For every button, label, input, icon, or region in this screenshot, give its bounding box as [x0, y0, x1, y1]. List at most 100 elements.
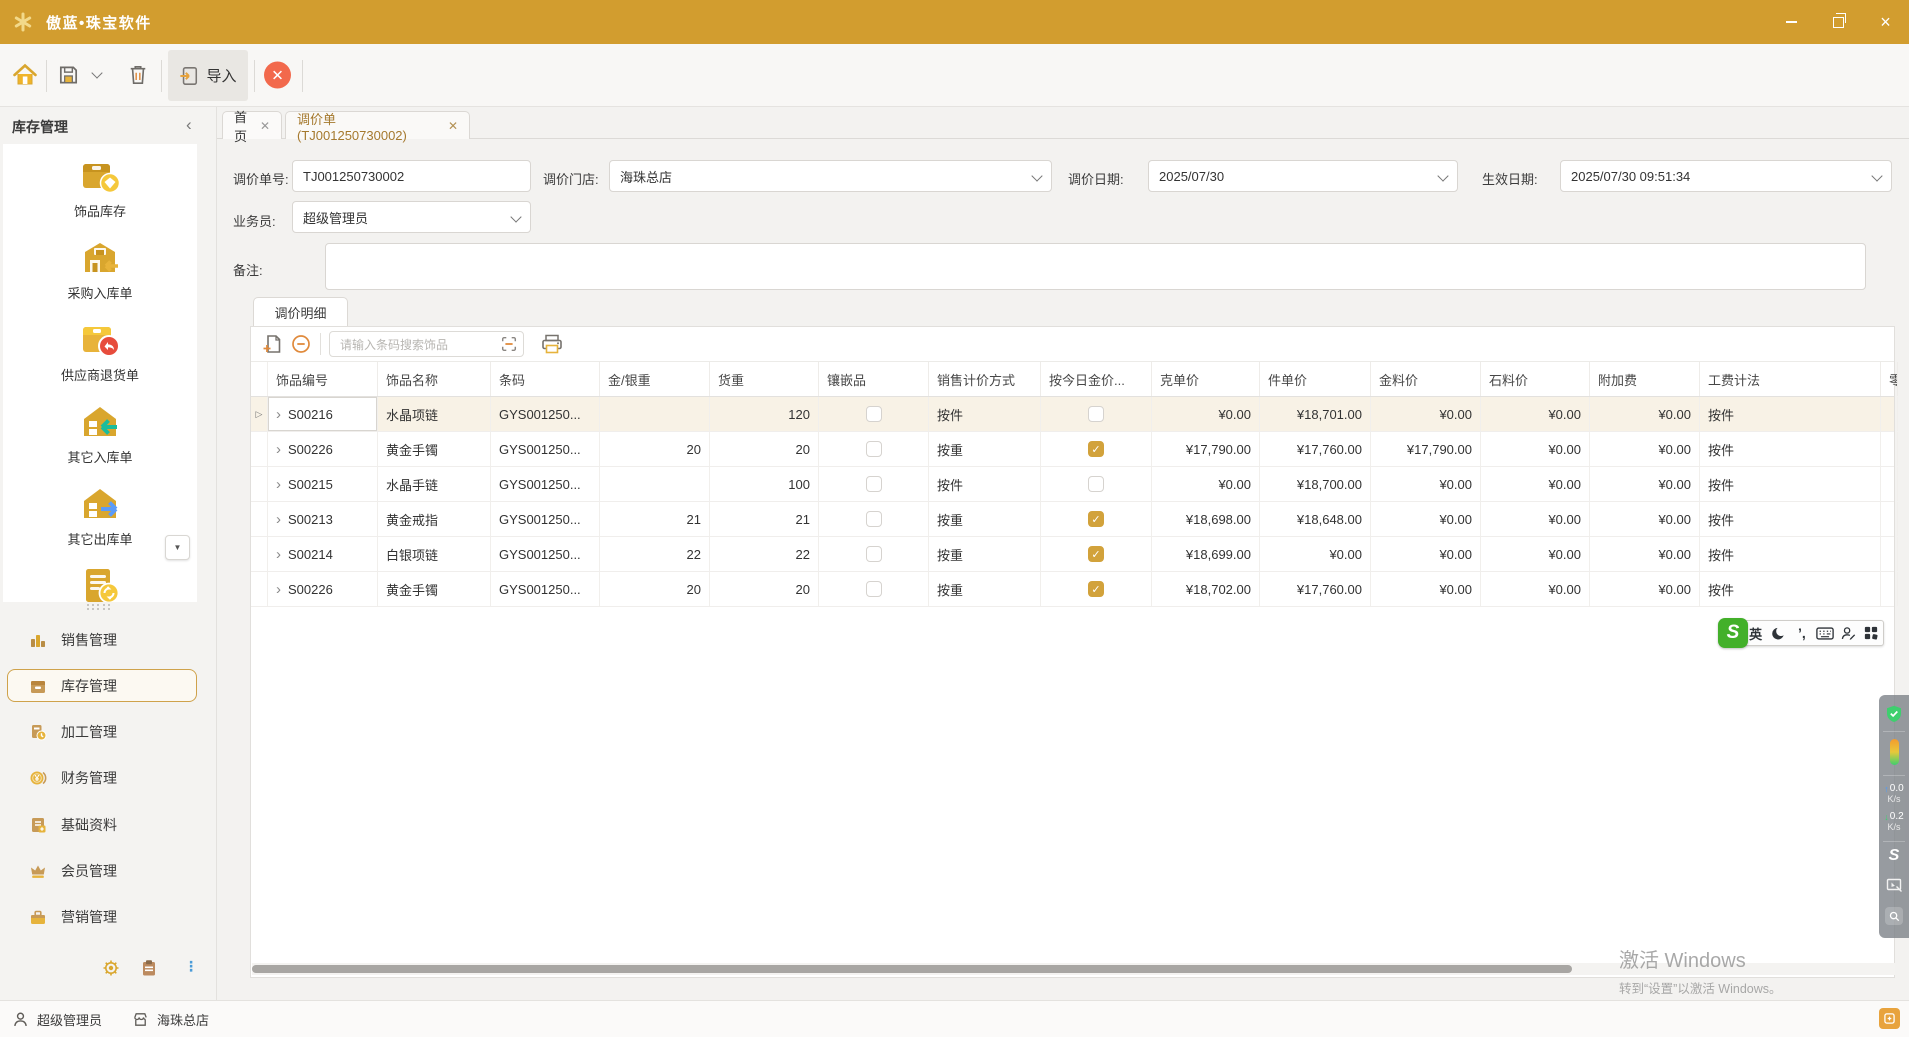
detail-tab[interactable]: 调价明细 [253, 297, 348, 326]
sidebar-drag-handle[interactable] [87, 604, 113, 611]
table-cell[interactable]: GYS001250... [491, 537, 600, 571]
sidebar-menu-7[interactable]: 营销管理 [7, 901, 197, 934]
table-cell[interactable]: 黄金戒指 [378, 502, 491, 536]
column-header[interactable]: 零 [1881, 362, 1898, 396]
table-cell[interactable] [1881, 537, 1898, 571]
punctuation-icon[interactable]: ’, [1790, 625, 1813, 641]
sidebar-item-4[interactable]: 其它入库单 [3, 400, 197, 466]
order-no-input[interactable] [292, 160, 531, 192]
cell-checkbox[interactable] [819, 502, 929, 536]
column-header[interactable]: 按今日金价... [1041, 362, 1152, 396]
table-cell[interactable]: ¥0.00 [1590, 537, 1700, 571]
cell-checkbox[interactable] [1041, 397, 1152, 431]
tab-home[interactable]: 首页 ✕ [222, 111, 282, 139]
expand-row-icon[interactable]: › [276, 511, 281, 528]
table-cell[interactable]: ¥18,702.00 [1152, 572, 1260, 606]
table-cell[interactable]: ¥0.00 [1590, 502, 1700, 536]
table-cell[interactable] [600, 467, 710, 501]
column-header[interactable]: 饰品编号 [268, 362, 378, 396]
table-cell[interactable]: ¥0.00 [1481, 467, 1590, 501]
table-cell[interactable]: ¥0.00 [1152, 467, 1260, 501]
table-cell[interactable]: ¥0.00 [1590, 467, 1700, 501]
table-cell[interactable]: 20 [710, 572, 819, 606]
performance-gauge-icon[interactable] [1879, 739, 1909, 765]
checkbox-unchecked-icon[interactable] [866, 546, 882, 562]
barcode-scan-icon[interactable] [500, 335, 518, 353]
cell-checkbox[interactable] [819, 572, 929, 606]
import-button[interactable]: 导入 [168, 50, 248, 101]
home-button[interactable] [12, 62, 38, 88]
table-cell[interactable]: 按件 [929, 397, 1041, 431]
table-cell[interactable] [1881, 467, 1898, 501]
table-cell[interactable]: 按重 [929, 502, 1041, 536]
more-options-icon[interactable]: ⋮ [182, 958, 200, 976]
checkbox-unchecked-icon[interactable] [866, 511, 882, 527]
table-row[interactable]: ›S00215水晶手链GYS001250...100按件¥0.00¥18,700… [251, 467, 1894, 502]
checkbox-checked-icon[interactable]: ✓ [1088, 546, 1104, 562]
table-cell[interactable]: 按重 [929, 572, 1041, 606]
delete-button[interactable] [128, 64, 148, 87]
column-header[interactable]: 工费计法 [1700, 362, 1881, 396]
cell-item-code[interactable]: ›S00214 [268, 537, 378, 571]
column-header[interactable]: 条码 [491, 362, 600, 396]
expand-row-icon[interactable]: › [276, 441, 281, 458]
checkbox-checked-icon[interactable]: ✓ [1088, 441, 1104, 457]
checkbox-unchecked-icon[interactable] [866, 581, 882, 597]
table-row[interactable]: ▷›S00216水晶项链GYS001250...120按件¥0.00¥18,70… [251, 397, 1894, 432]
table-cell[interactable]: GYS001250... [491, 467, 600, 501]
table-cell[interactable]: ¥0.00 [1371, 397, 1481, 431]
column-header[interactable]: 饰品名称 [378, 362, 491, 396]
column-header[interactable]: 镶嵌品 [819, 362, 929, 396]
table-cell[interactable]: ¥17,760.00 [1260, 572, 1371, 606]
table-cell[interactable]: GYS001250... [491, 572, 600, 606]
column-header[interactable]: 销售计价方式 [929, 362, 1041, 396]
expand-row-icon[interactable]: › [276, 546, 281, 563]
search-icon[interactable] [1879, 907, 1909, 925]
table-cell[interactable]: ¥17,790.00 [1152, 432, 1260, 466]
table-cell[interactable]: 21 [600, 502, 710, 536]
table-cell[interactable]: ¥0.00 [1371, 502, 1481, 536]
sidebar-menu-6[interactable]: 会员管理 [7, 855, 197, 888]
ime-menu-grid-icon[interactable] [1860, 626, 1883, 640]
tab-close-icon[interactable]: ✕ [260, 119, 270, 133]
table-cell[interactable]: 水晶手链 [378, 467, 491, 501]
table-cell[interactable]: 按件 [929, 467, 1041, 501]
settings-gear-icon[interactable] [102, 959, 120, 977]
cell-item-code[interactable]: ›S00226 [268, 572, 378, 606]
table-cell[interactable]: 黄金手镯 [378, 572, 491, 606]
table-cell[interactable]: 按件 [1700, 467, 1881, 501]
table-cell[interactable]: ¥0.00 [1371, 467, 1481, 501]
table-cell[interactable]: ¥0.00 [1152, 397, 1260, 431]
table-cell[interactable]: ¥0.00 [1481, 432, 1590, 466]
table-cell[interactable]: ¥0.00 [1590, 432, 1700, 466]
table-cell[interactable]: 黄金手镯 [378, 432, 491, 466]
sidebar-menu-1[interactable]: 销售管理 [7, 623, 197, 656]
column-header[interactable]: 附加费 [1590, 362, 1700, 396]
save-button[interactable] [57, 64, 80, 87]
column-header[interactable]: 石料价 [1481, 362, 1590, 396]
keyboard-icon[interactable] [1814, 627, 1837, 640]
table-cell[interactable]: 按件 [1700, 537, 1881, 571]
ime-logo-icon[interactable]: S [1718, 618, 1748, 648]
table-cell[interactable]: ¥0.00 [1481, 537, 1590, 571]
cancel-button[interactable]: ✕ [264, 62, 291, 89]
checkbox-unchecked-icon[interactable] [866, 441, 882, 457]
cell-item-code[interactable]: ›S00215 [268, 467, 378, 501]
cell-item-code[interactable]: ›S00226 [268, 432, 378, 466]
cell-checkbox[interactable] [819, 537, 929, 571]
table-cell[interactable]: 按件 [1700, 502, 1881, 536]
sidebar-menu-5[interactable]: 基础资料 [7, 808, 197, 841]
table-cell[interactable]: GYS001250... [491, 397, 600, 431]
remove-row-button[interactable] [291, 334, 311, 354]
sidebar-menu-2[interactable]: 库存管理 [7, 669, 197, 702]
column-header[interactable]: 金料价 [1371, 362, 1481, 396]
table-cell[interactable]: ¥17,760.00 [1260, 432, 1371, 466]
table-cell[interactable]: 100 [710, 467, 819, 501]
cell-item-code[interactable]: ›S00213 [268, 502, 378, 536]
print-button[interactable] [541, 334, 563, 354]
moon-icon[interactable] [1767, 626, 1790, 641]
table-cell[interactable]: 20 [600, 432, 710, 466]
column-header[interactable]: 货重 [710, 362, 819, 396]
horizontal-scrollbar[interactable] [252, 963, 1895, 975]
table-cell[interactable]: 22 [710, 537, 819, 571]
